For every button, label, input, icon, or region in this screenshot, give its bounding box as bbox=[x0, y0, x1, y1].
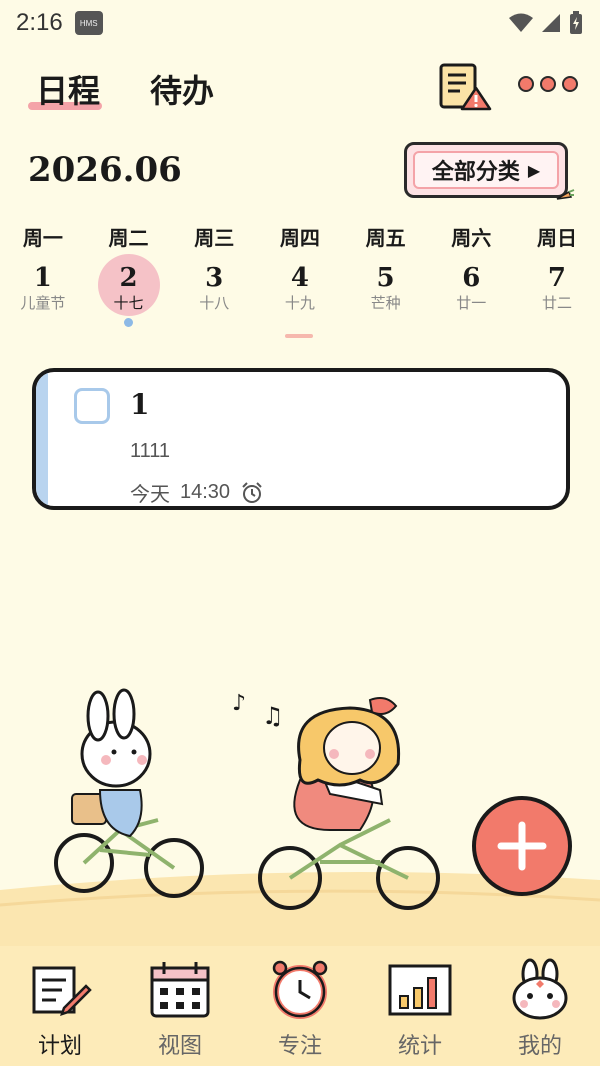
nav-label: 我的 bbox=[517, 1034, 562, 1059]
nav-item-mine[interactable]: 我的 bbox=[480, 946, 600, 1066]
report-warning-icon[interactable] bbox=[438, 62, 492, 112]
lunar-label: 十八 bbox=[199, 294, 230, 312]
task-time: 14:30 bbox=[180, 481, 231, 503]
chart-icon bbox=[388, 964, 452, 1016]
date-row: 1 儿童节 2 十七 3 十八 4 十九 5 芒种 6 廿一 7 廿二 bbox=[0, 254, 600, 342]
bottom-nav: 计划 视图 专注 统计 我的 bbox=[0, 946, 600, 1066]
date-number: 6 bbox=[462, 263, 481, 293]
event-dot bbox=[123, 318, 133, 327]
weekday-label: 周日 bbox=[536, 226, 577, 250]
lunar-label: 廿二 bbox=[541, 294, 572, 312]
weekday-row: 周一 周二 周三 周四 周五 周六 周日 bbox=[0, 222, 600, 252]
plus-icon bbox=[497, 821, 547, 871]
more-icon[interactable] bbox=[518, 76, 578, 98]
task-note: 1111 bbox=[130, 440, 171, 462]
nav-item-plan[interactable]: 计划 bbox=[0, 946, 120, 1066]
nav-item-stats[interactable]: 统计 bbox=[360, 946, 480, 1066]
battery-icon bbox=[570, 11, 582, 34]
carrot-icon bbox=[556, 189, 575, 200]
bunny-rider bbox=[54, 688, 204, 898]
alarm-icon bbox=[242, 481, 262, 503]
nav-item-focus[interactable]: 专注 bbox=[240, 946, 360, 1066]
date-number: 5 bbox=[376, 263, 395, 293]
bunny-icon bbox=[512, 958, 568, 1020]
nav-label: 专注 bbox=[277, 1034, 322, 1059]
date-number: 3 bbox=[205, 263, 224, 293]
date-cell[interactable]: 5 芒种 bbox=[343, 262, 429, 342]
date-number: 4 bbox=[290, 263, 309, 293]
status-icons bbox=[508, 11, 584, 35]
category-label: 全部分类 bbox=[431, 159, 520, 185]
task-meta: 今天 14:30 bbox=[130, 478, 264, 506]
weekday-label: 周六 bbox=[451, 226, 492, 250]
task-checkbox[interactable] bbox=[74, 388, 110, 424]
add-task-button[interactable] bbox=[472, 796, 572, 896]
lunar-label: 十九 bbox=[284, 294, 315, 312]
svg-text:♫: ♫ bbox=[262, 702, 284, 730]
date-cell[interactable]: 6 廿一 bbox=[428, 262, 514, 342]
more-dot bbox=[518, 76, 534, 92]
more-dot bbox=[562, 76, 578, 92]
nav-item-view[interactable]: 视图 bbox=[120, 946, 240, 1066]
task-card[interactable]: 1 1111 今天 14:30 bbox=[32, 368, 570, 510]
date-number: 1 bbox=[33, 263, 52, 293]
status-time: 2:16 bbox=[16, 9, 63, 36]
hms-badge: HMS bbox=[74, 11, 103, 35]
today-indicator bbox=[285, 334, 313, 338]
task-title: 1 bbox=[130, 388, 150, 421]
task-date: 今天 bbox=[130, 482, 170, 506]
alarm-clock-icon bbox=[272, 960, 328, 1019]
date-cell-today[interactable]: 4 十九 bbox=[257, 262, 343, 342]
weekday-label: 周一 bbox=[22, 226, 63, 250]
date-number: 2 bbox=[119, 263, 138, 293]
wifi-icon bbox=[509, 13, 533, 32]
status-bar: 2:16 HMS bbox=[0, 0, 600, 46]
weekday-label: 周二 bbox=[108, 226, 149, 250]
lunar-label: 芒种 bbox=[370, 294, 401, 312]
calendar-view-icon bbox=[150, 962, 210, 1018]
date-cell-selected[interactable]: 2 十七 bbox=[86, 254, 172, 342]
date-cell[interactable]: 7 廿二 bbox=[514, 262, 600, 342]
nav-label: 计划 bbox=[37, 1034, 82, 1059]
date-cell[interactable]: 3 十八 bbox=[171, 262, 257, 342]
date-number: 7 bbox=[547, 263, 567, 293]
nav-label: 统计 bbox=[397, 1034, 442, 1059]
date-cell[interactable]: 1 儿童节 bbox=[0, 262, 86, 342]
music-note-icon: ♪ ♫ bbox=[232, 691, 284, 730]
lunar-label: 十七 bbox=[113, 294, 144, 312]
nav-label: 视图 bbox=[157, 1034, 202, 1059]
lunar-label: 儿童节 bbox=[20, 294, 66, 312]
tab-todo[interactable]: 待办 bbox=[150, 66, 214, 112]
task-accent-bar bbox=[36, 372, 48, 506]
header: 日程 待办 bbox=[0, 60, 600, 120]
plan-icon bbox=[32, 966, 92, 1016]
category-filter-button[interactable]: 全部分类 ▶ bbox=[404, 142, 575, 200]
lunar-label: 廿一 bbox=[456, 294, 487, 312]
tab-schedule[interactable]: 日程 bbox=[36, 66, 100, 112]
more-dot bbox=[540, 76, 556, 92]
svg-text:♪: ♪ bbox=[232, 691, 246, 716]
month-title[interactable]: 2026.06 bbox=[28, 150, 182, 190]
weekday-label: 周四 bbox=[279, 226, 320, 250]
triangle-right-icon: ▶ bbox=[527, 160, 541, 180]
weekday-label: 周三 bbox=[194, 226, 235, 250]
weekday-label: 周五 bbox=[365, 226, 406, 250]
signal-icon bbox=[542, 14, 560, 32]
